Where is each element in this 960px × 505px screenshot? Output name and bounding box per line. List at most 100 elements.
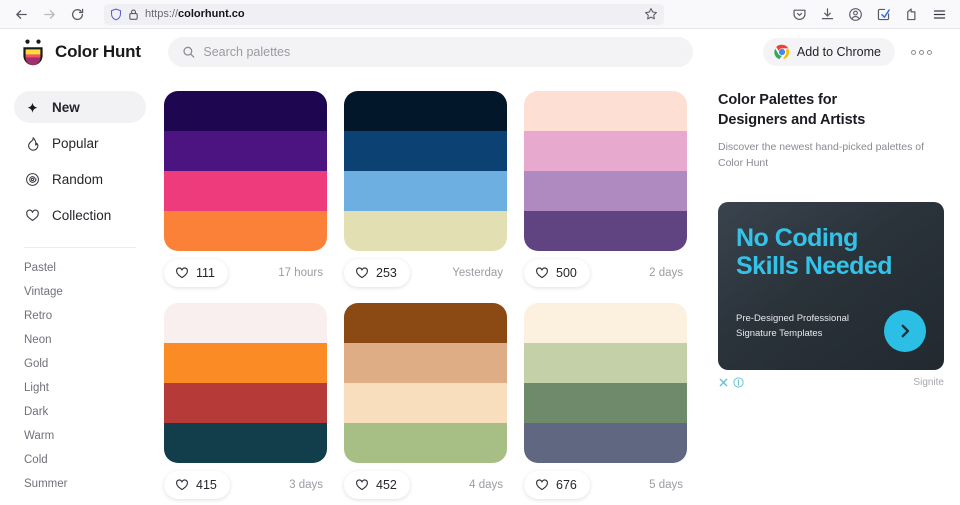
sidebar-item-collection[interactable]: Collection bbox=[14, 199, 146, 231]
chevron-right-icon bbox=[901, 324, 910, 337]
sidebar-tag-vintage[interactable]: Vintage bbox=[0, 280, 160, 304]
heart-icon bbox=[356, 267, 368, 279]
palette-swatches[interactable] bbox=[164, 303, 327, 463]
palette-swatches[interactable] bbox=[344, 303, 507, 463]
palette-swatch-3[interactable] bbox=[344, 171, 507, 211]
pocket-icon[interactable] bbox=[786, 1, 812, 27]
palette-card[interactable]: 111 17 hours bbox=[164, 91, 327, 289]
ad-cta-button[interactable] bbox=[884, 309, 926, 352]
palette-swatch-1[interactable] bbox=[164, 303, 327, 343]
palette-swatch-1[interactable] bbox=[524, 91, 687, 131]
add-to-chrome-button[interactable]: Add to Chrome bbox=[762, 38, 895, 66]
palette-card[interactable]: 500 2 days bbox=[524, 91, 687, 289]
palette-swatches[interactable] bbox=[524, 91, 687, 251]
sidebar-item-new[interactable]: New bbox=[14, 91, 146, 123]
palette-card[interactable]: 676 5 days bbox=[524, 303, 687, 501]
sidebar-tag-cold[interactable]: Cold bbox=[0, 448, 160, 472]
search-bar[interactable] bbox=[168, 37, 693, 67]
shield-icon[interactable] bbox=[110, 8, 122, 21]
palette-card[interactable]: 415 3 days bbox=[164, 303, 327, 501]
lock-icon[interactable] bbox=[128, 8, 139, 21]
heart-icon bbox=[176, 479, 188, 491]
palette-swatch-2[interactable] bbox=[164, 131, 327, 171]
palette-swatch-1[interactable] bbox=[344, 91, 507, 131]
address-bar[interactable]: https://colorhunt.co bbox=[104, 3, 664, 25]
palette-swatch-4[interactable] bbox=[164, 423, 327, 463]
like-count: 452 bbox=[376, 478, 397, 492]
palette-swatch-3[interactable] bbox=[524, 171, 687, 211]
palette-swatch-2[interactable] bbox=[524, 131, 687, 171]
palette-swatch-3[interactable] bbox=[524, 383, 687, 423]
palette-swatch-2[interactable] bbox=[344, 343, 507, 383]
sidebar-tag-warm[interactable]: Warm bbox=[0, 424, 160, 448]
reload-button[interactable] bbox=[64, 1, 90, 27]
palette-swatch-2[interactable] bbox=[524, 343, 687, 383]
palette-swatch-4[interactable] bbox=[524, 423, 687, 463]
url-text[interactable]: https://colorhunt.co bbox=[145, 8, 638, 20]
ad-headline-line1: No Coding bbox=[736, 223, 858, 252]
palette-meta: 452 4 days bbox=[344, 469, 507, 501]
palette-swatch-4[interactable] bbox=[344, 211, 507, 251]
palette-swatch-1[interactable] bbox=[524, 303, 687, 343]
palette-swatches[interactable] bbox=[344, 91, 507, 251]
palette-card[interactable]: 253 Yesterday bbox=[344, 91, 507, 289]
sidebar-item-popular[interactable]: Popular bbox=[14, 127, 146, 159]
palette-card[interactable]: 452 4 days bbox=[344, 303, 507, 501]
sidebar-tag-neon[interactable]: Neon bbox=[0, 328, 160, 352]
account-icon[interactable] bbox=[842, 1, 868, 27]
chrome-icon bbox=[774, 44, 790, 60]
info-icon[interactable] bbox=[733, 377, 744, 388]
sidebar-tag-dark[interactable]: Dark bbox=[0, 400, 160, 424]
forward-arrow-icon bbox=[43, 9, 55, 19]
site-logo[interactable]: Color Hunt bbox=[0, 39, 160, 66]
palette-swatch-2[interactable] bbox=[164, 343, 327, 383]
sidebar-tag-gold[interactable]: Gold bbox=[0, 352, 160, 376]
like-button[interactable]: 500 bbox=[524, 259, 590, 287]
flame-icon bbox=[24, 135, 41, 152]
ad-controls bbox=[718, 377, 744, 388]
sidebar-tag-light[interactable]: Light bbox=[0, 376, 160, 400]
downloads-icon[interactable] bbox=[814, 1, 840, 27]
sidebar-tag-retro[interactable]: Retro bbox=[0, 304, 160, 328]
more-options-button[interactable] bbox=[905, 44, 938, 61]
sidebar-label-random: Random bbox=[52, 171, 104, 187]
palette-swatch-4[interactable] bbox=[524, 211, 687, 251]
heart-icon bbox=[356, 479, 368, 491]
ad-subtext-line1: Pre-Designed Professional bbox=[736, 313, 850, 325]
like-button[interactable]: 452 bbox=[344, 471, 410, 499]
page-title-line2: Designers and Artists bbox=[718, 111, 866, 128]
like-button[interactable]: 676 bbox=[524, 471, 590, 499]
like-button[interactable]: 253 bbox=[344, 259, 410, 287]
palette-swatch-3[interactable] bbox=[344, 383, 507, 423]
palette-timestamp: 4 days bbox=[469, 479, 503, 491]
hamburger-menu-icon[interactable] bbox=[926, 1, 952, 27]
back-button[interactable] bbox=[8, 1, 34, 27]
palette-swatch-4[interactable] bbox=[344, 423, 507, 463]
like-button[interactable]: 415 bbox=[164, 471, 230, 499]
palette-swatches[interactable] bbox=[524, 303, 687, 463]
palette-swatches[interactable] bbox=[164, 91, 327, 251]
palette-swatch-1[interactable] bbox=[344, 303, 507, 343]
palette-grid-area: 111 17 hours 253 Yesterday 500 2 days 415 3 day… bbox=[160, 29, 710, 505]
palette-swatch-4[interactable] bbox=[164, 211, 327, 251]
left-sidebar: New Popular Random Collection Pastel Vin… bbox=[0, 29, 160, 505]
palette-timestamp: 5 days bbox=[649, 479, 683, 491]
palette-swatch-3[interactable] bbox=[164, 171, 327, 211]
palette-swatch-2[interactable] bbox=[344, 131, 507, 171]
extensions-icon[interactable] bbox=[870, 1, 896, 27]
ad-headline: No Coding Skills Needed bbox=[736, 224, 926, 280]
search-input[interactable] bbox=[203, 45, 679, 59]
palette-swatch-1[interactable] bbox=[164, 91, 327, 131]
close-icon[interactable] bbox=[718, 377, 729, 388]
container-icon[interactable] bbox=[898, 1, 924, 27]
advertisement-banner[interactable]: No Coding Skills Needed Pre-Designed Pro… bbox=[718, 201, 944, 370]
like-button[interactable]: 111 bbox=[164, 259, 229, 287]
sidebar-tag-pastel[interactable]: Pastel bbox=[0, 256, 160, 280]
sidebar-item-random[interactable]: Random bbox=[14, 163, 146, 195]
palette-meta: 253 Yesterday bbox=[344, 257, 507, 289]
palette-swatch-3[interactable] bbox=[164, 383, 327, 423]
star-icon[interactable] bbox=[644, 7, 658, 21]
sidebar-tag-summer[interactable]: Summer bbox=[0, 472, 160, 496]
dot-1 bbox=[911, 49, 916, 55]
forward-button[interactable] bbox=[36, 1, 62, 27]
